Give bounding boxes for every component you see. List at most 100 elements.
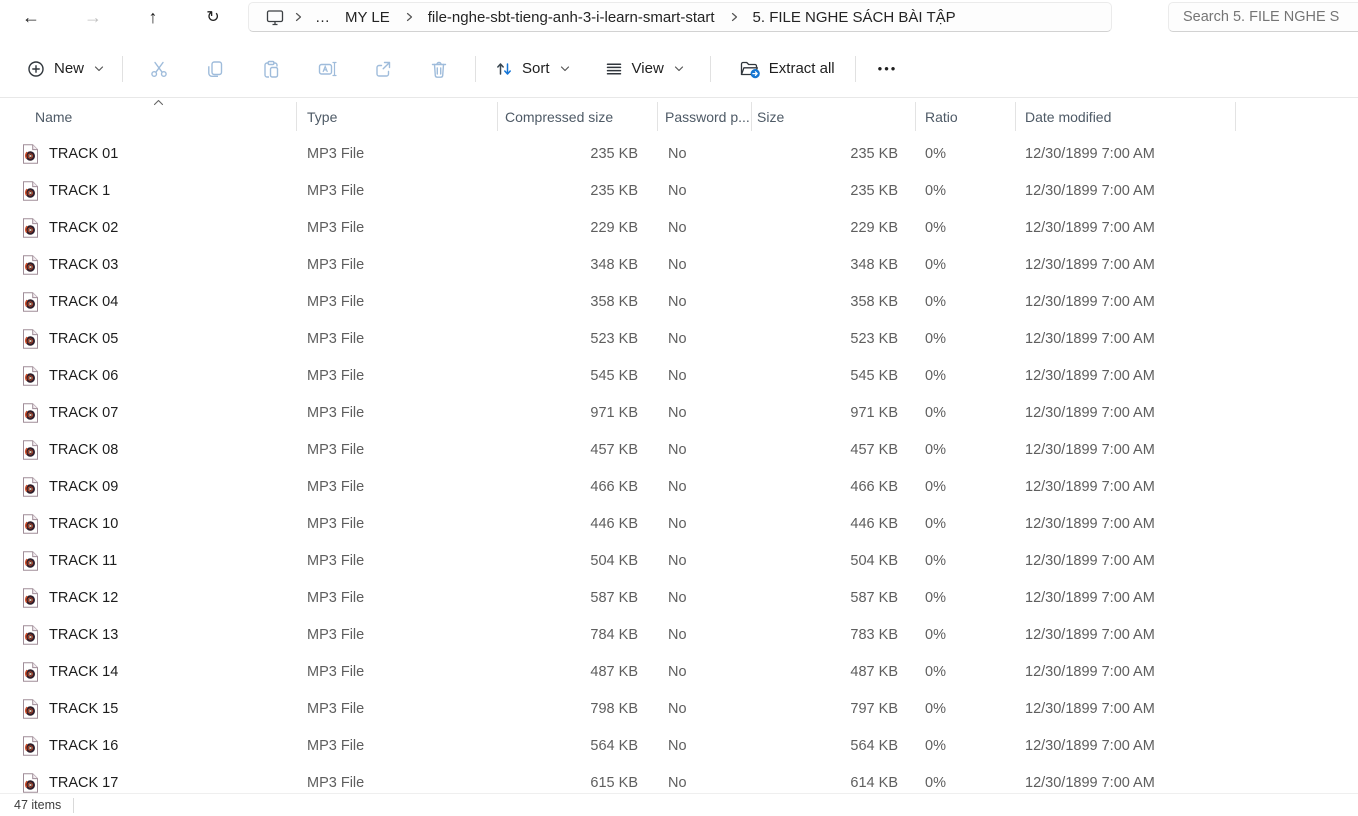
table-row[interactable]: TRACK 10 MP3 File 446 KB No 446 KB 0% 12… [0, 505, 1358, 542]
file-password: No [658, 627, 752, 643]
address-bar[interactable]: … MY LE file-nghe-sbt-tieng-anh-3-i-lear… [248, 2, 1112, 32]
column-header-ratio[interactable]: Ratio [916, 98, 1016, 135]
file-name: TRACK 13 [49, 627, 118, 643]
extract-all-button[interactable]: Extract all [729, 51, 845, 87]
file-size: 446 KB [752, 516, 916, 532]
table-row[interactable]: TRACK 02 MP3 File 229 KB No 229 KB 0% 12… [0, 209, 1358, 246]
breadcrumb-item-current[interactable]: 5. FILE NGHE SÁCH BÀI TẬP [745, 6, 964, 29]
file-name: TRACK 01 [49, 146, 118, 162]
file-compressed-size: 229 KB [498, 220, 658, 236]
file-ratio: 0% [916, 738, 1016, 754]
file-password: No [658, 331, 752, 347]
file-type: MP3 File [297, 368, 498, 384]
file-ratio: 0% [916, 701, 1016, 717]
breadcrumb-overflow[interactable]: … [309, 9, 337, 26]
see-more-button[interactable]: ••• [864, 61, 912, 76]
file-date-modified: 12/30/1899 7:00 AM [1016, 331, 1236, 347]
view-icon [604, 59, 624, 79]
file-size: 235 KB [752, 146, 916, 162]
column-header-password[interactable]: Password p... [658, 98, 752, 135]
up-icon[interactable]: ↑ [136, 0, 170, 34]
column-header-size[interactable]: Size [752, 98, 916, 135]
file-name: TRACK 10 [49, 516, 118, 532]
search-box[interactable] [1168, 2, 1358, 32]
column-header-compressed-size[interactable]: Compressed size [498, 98, 658, 135]
this-pc-icon[interactable] [265, 7, 285, 27]
paste-button [243, 50, 299, 88]
breadcrumb-item-folder[interactable]: file-nghe-sbt-tieng-anh-3-i-learn-smart-… [420, 6, 723, 29]
file-name: TRACK 05 [49, 331, 118, 347]
file-type: MP3 File [297, 331, 498, 347]
file-size: 971 KB [752, 405, 916, 421]
file-date-modified: 12/30/1899 7:00 AM [1016, 664, 1236, 680]
refresh-icon[interactable]: ↻ [196, 0, 230, 34]
table-row[interactable]: TRACK 1 MP3 File 235 KB No 235 KB 0% 12/… [0, 172, 1358, 209]
rename-button [299, 50, 355, 88]
share-button [355, 50, 411, 88]
delete-button [411, 50, 467, 88]
file-type: MP3 File [297, 183, 498, 199]
file-list: TRACK 01 MP3 File 235 KB No 235 KB 0% 12… [0, 135, 1358, 814]
file-size: 457 KB [752, 442, 916, 458]
table-row[interactable]: TRACK 06 MP3 File 545 KB No 545 KB 0% 12… [0, 357, 1358, 394]
table-row[interactable]: TRACK 09 MP3 File 466 KB No 466 KB 0% 12… [0, 468, 1358, 505]
column-header-name[interactable]: Name [0, 98, 297, 135]
file-compressed-size: 971 KB [498, 405, 658, 421]
file-date-modified: 12/30/1899 7:00 AM [1016, 220, 1236, 236]
search-input[interactable] [1181, 8, 1358, 26]
mp3-file-icon [22, 329, 39, 349]
file-type: MP3 File [297, 664, 498, 680]
breadcrumb-item-my-le[interactable]: MY LE [337, 6, 398, 29]
new-button[interactable]: New [16, 51, 114, 87]
file-name: TRACK 04 [49, 294, 118, 310]
file-name: TRACK 08 [49, 442, 118, 458]
table-row[interactable]: TRACK 14 MP3 File 487 KB No 487 KB 0% 12… [0, 653, 1358, 690]
file-ratio: 0% [916, 220, 1016, 236]
column-header-type[interactable]: Type [297, 98, 498, 135]
mp3-file-icon [22, 736, 39, 756]
toolbar-divider [475, 56, 476, 82]
table-row[interactable]: TRACK 08 MP3 File 457 KB No 457 KB 0% 12… [0, 431, 1358, 468]
copy-icon [205, 59, 225, 79]
sort-button[interactable]: Sort [484, 51, 580, 87]
file-type: MP3 File [297, 257, 498, 273]
extract-all-icon [739, 59, 761, 79]
file-type: MP3 File [297, 294, 498, 310]
file-size: 487 KB [752, 664, 916, 680]
table-row[interactable]: TRACK 03 MP3 File 348 KB No 348 KB 0% 12… [0, 246, 1358, 283]
chevron-right-icon[interactable] [398, 12, 420, 22]
file-ratio: 0% [916, 664, 1016, 680]
table-row[interactable]: TRACK 16 MP3 File 564 KB No 564 KB 0% 12… [0, 727, 1358, 764]
mp3-file-icon [22, 551, 39, 571]
toolbar-divider [122, 56, 123, 82]
file-name: TRACK 17 [49, 775, 118, 791]
plus-icon [26, 59, 46, 79]
file-size: 348 KB [752, 257, 916, 273]
column-header-date-modified[interactable]: Date modified [1016, 98, 1236, 135]
file-compressed-size: 564 KB [498, 738, 658, 754]
file-size: 783 KB [752, 627, 916, 643]
file-type: MP3 File [297, 590, 498, 606]
table-row[interactable]: TRACK 01 MP3 File 235 KB No 235 KB 0% 12… [0, 135, 1358, 172]
mp3-file-icon [22, 588, 39, 608]
file-size: 523 KB [752, 331, 916, 347]
file-date-modified: 12/30/1899 7:00 AM [1016, 146, 1236, 162]
file-date-modified: 12/30/1899 7:00 AM [1016, 294, 1236, 310]
file-ratio: 0% [916, 183, 1016, 199]
file-password: No [658, 294, 752, 310]
table-row[interactable]: TRACK 12 MP3 File 587 KB No 587 KB 0% 12… [0, 579, 1358, 616]
view-button[interactable]: View [594, 51, 694, 87]
table-row[interactable]: TRACK 04 MP3 File 358 KB No 358 KB 0% 12… [0, 283, 1358, 320]
chevron-right-icon[interactable] [287, 12, 309, 22]
table-row[interactable]: TRACK 07 MP3 File 971 KB No 971 KB 0% 12… [0, 394, 1358, 431]
file-password: No [658, 183, 752, 199]
back-icon[interactable]: ← [14, 0, 48, 34]
command-toolbar: New [0, 40, 1358, 98]
chevron-right-icon[interactable] [723, 12, 745, 22]
table-row[interactable]: TRACK 15 MP3 File 798 KB No 797 KB 0% 12… [0, 690, 1358, 727]
table-row[interactable]: TRACK 11 MP3 File 504 KB No 504 KB 0% 12… [0, 542, 1358, 579]
table-row[interactable]: TRACK 13 MP3 File 784 KB No 783 KB 0% 12… [0, 616, 1358, 653]
file-size: 614 KB [752, 775, 916, 791]
table-row[interactable]: TRACK 05 MP3 File 523 KB No 523 KB 0% 12… [0, 320, 1358, 357]
file-compressed-size: 235 KB [498, 146, 658, 162]
